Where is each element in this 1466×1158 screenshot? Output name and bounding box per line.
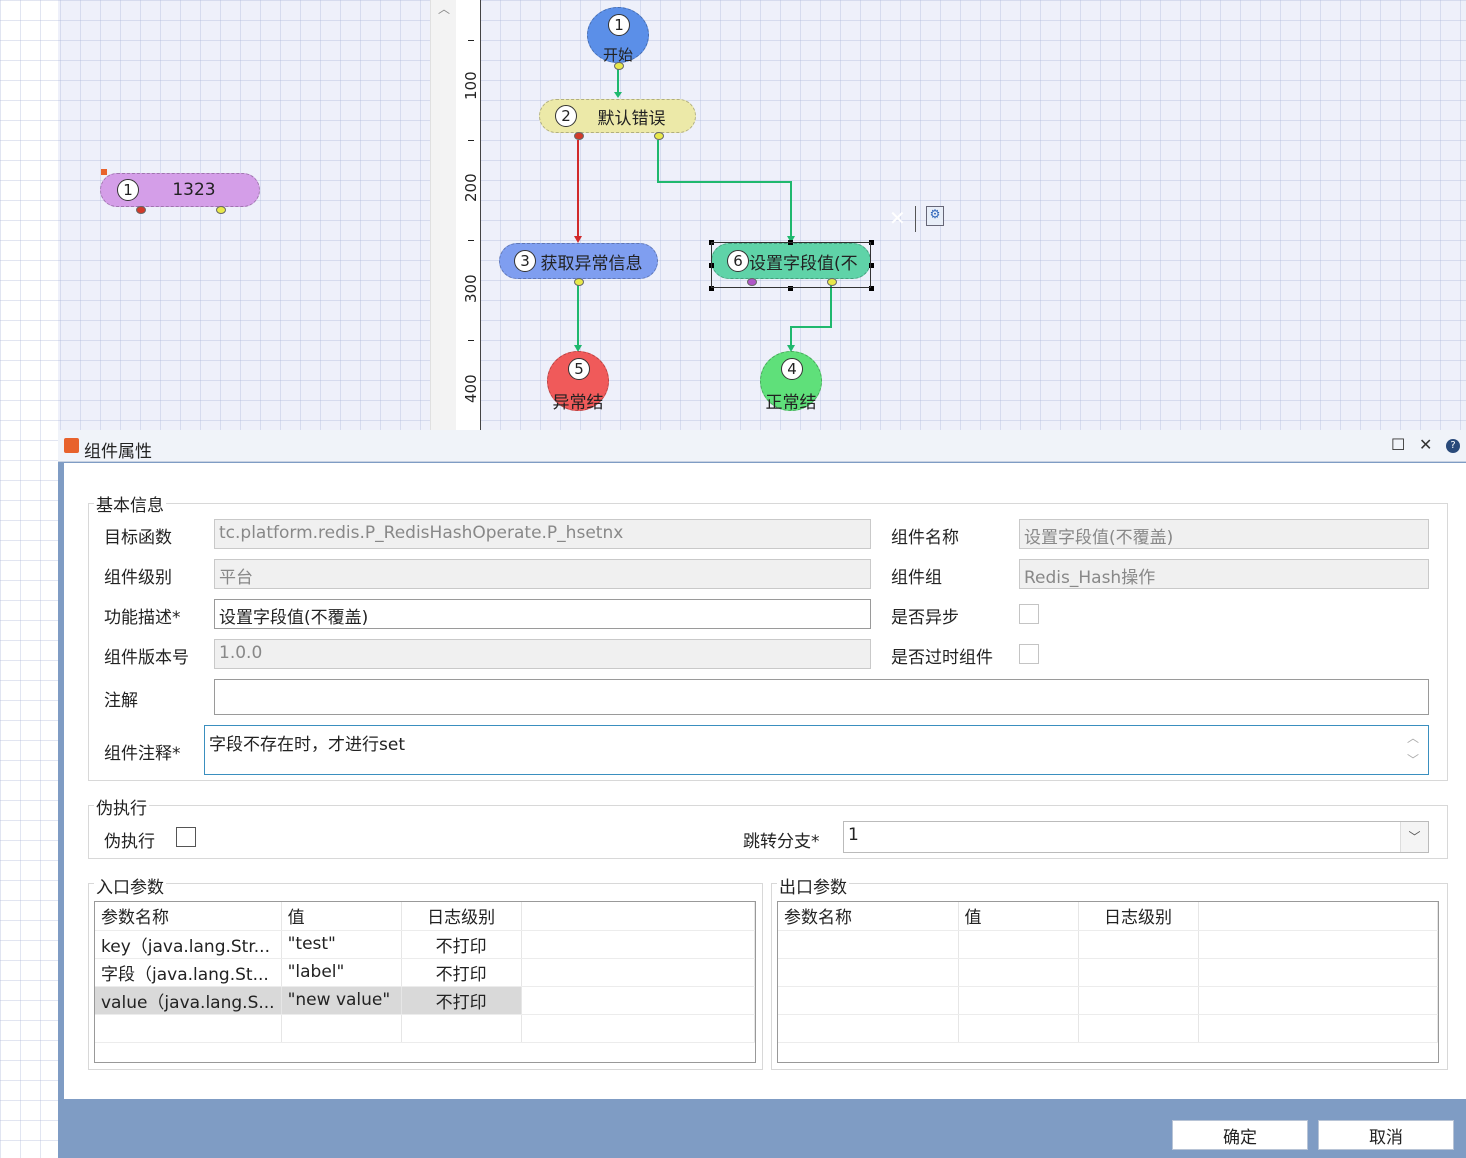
node-label: 异常结 (552, 393, 604, 413)
pseudo-exec-legend: 伪执行 (94, 794, 149, 819)
flow-connectors (574, 68, 832, 352)
param-value-cell[interactable]: "test" (281, 930, 402, 959)
input-params-table: 参数名称 值 日志级别 key（java.lang.Str... "test" … (95, 902, 756, 1043)
is-async-label: 是否异步 (891, 608, 959, 628)
target-function-field: tc.platform.redis.P_RedisHashOperate.P_h… (214, 519, 871, 549)
component-level-field: 平台 (214, 559, 871, 589)
flow-node-normal-end[interactable]: 4 正常结 (760, 351, 822, 413)
branch-select-value: 1 (848, 825, 859, 845)
input-params-legend: 入口参数 (94, 873, 166, 898)
pseudo-exec-label: 伪执行 (104, 832, 155, 852)
textarea-scroll-down-icon[interactable]: ﹀ (1407, 751, 1419, 768)
component-name-label: 组件名称 (891, 528, 959, 548)
branch-select[interactable]: 1 ﹀ (843, 821, 1429, 853)
component-level-label: 组件级别 (104, 568, 172, 588)
table-row-empty (778, 930, 1438, 959)
column-header[interactable]: 值 (281, 902, 402, 931)
basic-info-legend: 基本信息 (94, 491, 166, 516)
component-group-label: 组件组 (891, 568, 942, 588)
node-label: 正常结 (765, 393, 817, 413)
node-number: 2 (555, 105, 577, 127)
log-level-cell[interactable]: 不打印 (401, 958, 522, 987)
normal-port[interactable] (614, 62, 624, 70)
cancel-button[interactable]: 取消 (1318, 1120, 1454, 1150)
node-number: 4 (781, 358, 803, 380)
node-number: 5 (568, 358, 590, 380)
flow-node-get-exception[interactable]: 3 获取异常信息 (499, 243, 658, 286)
normal-port[interactable] (654, 132, 664, 140)
flow-node-exception-end[interactable]: 5 异常结 (547, 351, 609, 413)
column-header[interactable]: 值 (958, 902, 1079, 931)
chevron-down-icon[interactable]: ﹀ (1400, 822, 1428, 852)
component-group-field: Redis_Hash操作 (1019, 559, 1429, 589)
param-name-cell[interactable]: value（java.lang.S... (95, 986, 282, 1015)
version-field: 1.0.0 (214, 639, 871, 669)
output-params-legend: 出口参数 (777, 873, 849, 898)
table-row[interactable]: value（java.lang.S... "new value" 不打印 (95, 986, 756, 1015)
flow-node-start[interactable]: 1 开始 (587, 7, 649, 70)
node-number: 3 (514, 250, 536, 272)
error-port[interactable] (574, 132, 584, 140)
comment-textarea[interactable]: 字段不存在时，才进行set (204, 725, 1429, 775)
column-header[interactable]: 参数名称 (95, 902, 282, 931)
toolbar-divider (915, 206, 916, 232)
dialog-title: 组件属性 (84, 442, 152, 462)
log-level-cell[interactable]: 不打印 (401, 986, 522, 1015)
table-row-empty (778, 986, 1438, 1015)
is-deprecated-checkbox[interactable] (1019, 644, 1039, 664)
description-label: 功能描述* (104, 608, 181, 628)
maximize-icon[interactable]: ☐ (1391, 435, 1405, 454)
is-deprecated-label: 是否过时组件 (891, 648, 993, 668)
node-label: 默认错误 (597, 108, 666, 129)
column-header[interactable]: 参数名称 (778, 902, 959, 931)
table-row[interactable]: key（java.lang.Str... "test" 不打印 (95, 930, 756, 959)
table-row-empty (778, 1014, 1438, 1043)
param-name-cell[interactable]: 字段（java.lang.St... (95, 958, 282, 987)
branch-label: 跳转分支* (743, 832, 820, 852)
is-async-checkbox[interactable] (1019, 604, 1039, 624)
node-label: 获取异常信息 (540, 253, 643, 274)
param-name-cell[interactable]: key（java.lang.Str... (95, 930, 282, 959)
target-function-label: 目标函数 (104, 528, 172, 548)
connector-default-to-set (657, 140, 792, 240)
table-row[interactable]: 字段（java.lang.St... "label" 不打印 (95, 958, 756, 987)
component-name-field: 设置字段值(不覆盖) (1019, 519, 1429, 549)
comment-label: 组件注释* (104, 744, 181, 764)
selection-border (711, 242, 871, 288)
close-icon[interactable]: ✕ (1419, 435, 1432, 454)
table-row-empty (95, 1014, 756, 1043)
annotation-input[interactable] (214, 679, 1429, 715)
description-input[interactable]: 设置字段值(不覆盖) (214, 599, 871, 629)
dialog-body: 基本信息 目标函数 tc.platform.redis.P_RedisHashO… (64, 463, 1466, 1099)
version-label: 组件版本号 (104, 648, 189, 668)
column-header[interactable]: 日志级别 (1078, 902, 1199, 931)
component-properties-dialog: 组件属性 ☐ ✕ ? 基本信息 目标函数 tc.platform.redis.P… (58, 430, 1466, 1158)
param-value-cell[interactable]: "new value" (281, 986, 402, 1015)
table-row-empty (778, 958, 1438, 987)
delete-node-icon[interactable]: ✕ (889, 206, 906, 230)
flow-node-default-error[interactable]: 2 默认错误 (539, 99, 696, 140)
connector-set-to-normal-end (790, 285, 832, 350)
pseudo-exec-checkbox[interactable] (176, 827, 196, 847)
normal-port[interactable] (574, 278, 584, 286)
annotation-label: 注解 (104, 691, 138, 711)
column-header[interactable]: 日志级别 (401, 902, 522, 931)
node-number: 1 (608, 14, 630, 36)
param-value-cell[interactable]: "label" (281, 958, 402, 987)
help-icon[interactable]: ? (1446, 439, 1460, 453)
dialog-title-bar[interactable]: 组件属性 ☐ ✕ ? (58, 430, 1466, 462)
log-level-cell[interactable]: 不打印 (401, 930, 522, 959)
ok-button[interactable]: 确定 (1172, 1120, 1308, 1150)
textarea-scroll-up-icon[interactable]: ︿ (1407, 729, 1419, 746)
app-icon (64, 438, 79, 453)
output-params-table: 参数名称 值 日志级别 (778, 902, 1438, 1043)
node-settings-icon[interactable]: ⚙ (926, 206, 944, 226)
